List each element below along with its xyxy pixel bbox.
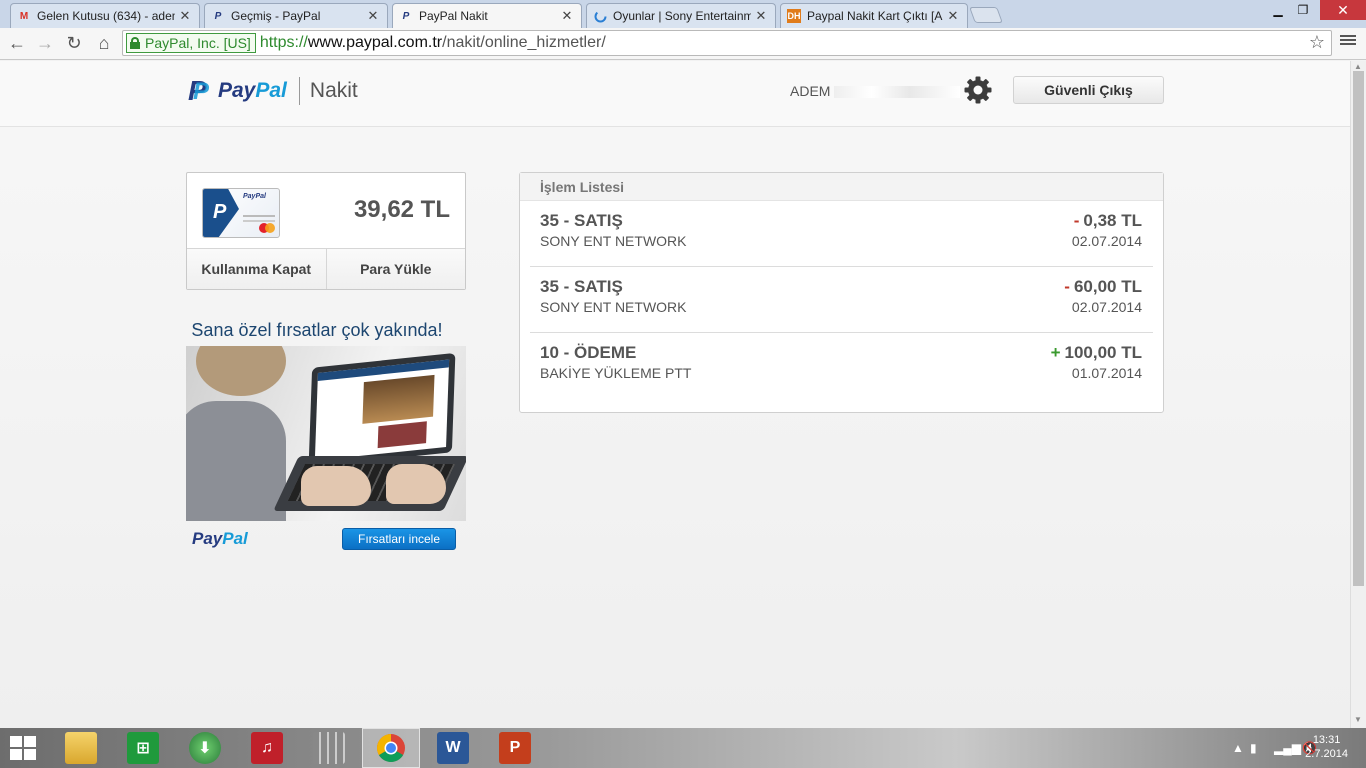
- scroll-up-icon[interactable]: ▲: [1354, 62, 1362, 71]
- gear-icon[interactable]: [963, 75, 993, 105]
- transaction-merchant: BAKİYE YÜKLEME PTT: [540, 365, 692, 381]
- transaction-title: 10 - ÖDEME: [540, 343, 637, 362]
- paypal-icon: P: [402, 10, 410, 22]
- restore-button[interactable]: ❐: [1292, 0, 1314, 20]
- transaction-date: 02.07.2014: [1071, 233, 1142, 249]
- dh-icon: DH: [787, 9, 801, 23]
- windows-start-icon[interactable]: [10, 736, 38, 760]
- promo-paypal-logo: PayPal: [192, 529, 248, 548]
- browser-toolbar: ← → ↻ ⌂ PayPal, Inc. [US] https://www.pa…: [0, 28, 1366, 60]
- transaction-date: 01.07.2014: [1071, 365, 1142, 381]
- close-tab-icon[interactable]: ✕: [179, 8, 191, 24]
- browser-tab-strip: M Gelen Kutusu (634) - adem ✕ P Geçmiş -…: [0, 0, 1366, 28]
- transaction-row[interactable]: 35 - SATIŞ SONY ENT NETWORK -0,38 TL 02.…: [530, 201, 1153, 267]
- paypal-card-image: P PayPal: [202, 188, 280, 238]
- transaction-list-heading: İşlem Listesi: [520, 173, 1163, 201]
- back-icon[interactable]: ←: [6, 32, 28, 54]
- paypal-icon: P: [214, 10, 222, 22]
- forward-icon[interactable]: →: [34, 32, 56, 54]
- tab-title: PayPal Nakit: [419, 9, 488, 23]
- tab-title: Paypal Nakit Kart Çıktı [Ar: [807, 9, 943, 23]
- transaction-list: İşlem Listesi 35 - SATIŞ SONY ENT NETWOR…: [519, 172, 1164, 413]
- close-tab-icon[interactable]: ✕: [367, 8, 379, 24]
- chrome-icon[interactable]: [375, 732, 407, 764]
- minimize-button[interactable]: ▁: [1268, 0, 1288, 20]
- show-hidden-icons-icon[interactable]: ▲: [1232, 741, 1244, 755]
- user-name: ADEM: [790, 83, 961, 99]
- tab-paypal-nakit[interactable]: P PayPal Nakit ✕: [392, 3, 582, 28]
- site-header: PP PayPal Nakit ADEM Güvenli Çıkış: [0, 61, 1350, 127]
- tab-gmail[interactable]: M Gelen Kutusu (634) - adem ✕: [10, 3, 200, 28]
- redacted-name: [834, 86, 961, 99]
- card-actions: Kullanıma Kapat Para Yükle: [187, 248, 465, 289]
- close-tab-icon[interactable]: ✕: [561, 8, 573, 24]
- windows-taskbar: ⊞ ⬇ ♫ W P ▲ ▮ ▂▄▆ 🔇 13:31 2.7.2014: [0, 728, 1366, 768]
- network-icon[interactable]: ▂▄▆: [1274, 741, 1301, 755]
- paypal-nakit-logo[interactable]: PP PayPal Nakit: [186, 77, 358, 105]
- transaction-title: 35 - SATIŞ: [540, 211, 623, 230]
- tab-title: Oyunlar | Sony Entertainm: [613, 9, 751, 23]
- logo-divider: [298, 77, 300, 105]
- mastercard-icon: [259, 223, 275, 233]
- ev-label: PayPal, Inc. [US]: [145, 35, 251, 51]
- clock-time: 13:31: [1312, 734, 1341, 746]
- view-offers-button[interactable]: Fırsatları incele: [342, 528, 456, 550]
- new-tab-button[interactable]: [969, 7, 1003, 23]
- tab-paypal-history[interactable]: P Geçmiş - PayPal ✕: [204, 3, 388, 28]
- tab-sony[interactable]: Oyunlar | Sony Entertainm ✕: [586, 3, 776, 28]
- transaction-title: 35 - SATIŞ: [540, 277, 623, 296]
- reload-icon[interactable]: ↻: [63, 32, 85, 54]
- gmail-icon: M: [19, 10, 29, 22]
- clock-date: 2.7.2014: [1305, 748, 1348, 760]
- word-icon[interactable]: W: [437, 732, 469, 764]
- transaction-date: 02.07.2014: [1071, 299, 1142, 315]
- address-bar[interactable]: PayPal, Inc. [US] https://www.paypal.com…: [122, 30, 1332, 56]
- close-tab-icon[interactable]: ✕: [947, 8, 959, 24]
- music-app-icon[interactable]: ♫: [251, 732, 283, 764]
- topup-button[interactable]: Para Yükle: [326, 249, 465, 289]
- close-tab-icon[interactable]: ✕: [755, 8, 767, 24]
- close-card-button[interactable]: Kullanıma Kapat: [187, 249, 327, 289]
- transaction-merchant: SONY ENT NETWORK: [540, 233, 687, 249]
- transaction-amount: -0,38 TL: [1073, 211, 1142, 230]
- scroll-down-icon[interactable]: ▼: [1354, 715, 1362, 724]
- transaction-amount: -60,00 TL: [1064, 277, 1142, 296]
- scrollbar-thumb[interactable]: [1353, 71, 1364, 586]
- page-scrollbar[interactable]: ▲ ▼: [1350, 61, 1366, 728]
- lock-icon: [130, 37, 140, 49]
- store-icon[interactable]: ⊞: [127, 732, 159, 764]
- bookmark-star-icon[interactable]: ☆: [1309, 32, 1325, 53]
- game-app-icon[interactable]: [313, 732, 345, 764]
- tab-title: Geçmiş - PayPal: [231, 9, 321, 23]
- system-tray: ▲ ▮ ▂▄▆ 🔇 13:31 2.7.2014: [1196, 728, 1366, 768]
- tab-dh[interactable]: DH Paypal Nakit Kart Çıktı [Ar ✕: [780, 3, 968, 28]
- battery-icon[interactable]: ▮: [1250, 741, 1257, 755]
- close-window-button[interactable]: ✕: [1320, 0, 1366, 20]
- balance-amount: 39,62 TL: [353, 196, 450, 223]
- home-icon[interactable]: ⌂: [93, 32, 115, 54]
- transaction-row[interactable]: 35 - SATIŞ SONY ENT NETWORK -60,00 TL 02…: [530, 267, 1153, 333]
- paypal-wordmark: PayPal: [218, 79, 287, 102]
- loading-icon: [593, 9, 607, 23]
- transaction-merchant: SONY ENT NETWORK: [540, 299, 687, 315]
- url-text: https://www.paypal.com.tr/nakit/online_h…: [259, 34, 606, 51]
- paypal-p-icon: PP: [188, 75, 210, 106]
- system-clock[interactable]: 13:31 2.7.2014: [1305, 733, 1348, 761]
- transaction-amount: +100,00 TL: [1050, 343, 1142, 362]
- file-explorer-icon[interactable]: [65, 732, 97, 764]
- download-icon[interactable]: ⬇: [189, 732, 221, 764]
- ev-certificate-badge[interactable]: PayPal, Inc. [US]: [126, 33, 256, 53]
- tab-title: Gelen Kutusu (634) - adem: [37, 9, 175, 23]
- balance-card: P PayPal 39,62 TL Kullanıma Kapat Para Y…: [186, 172, 466, 290]
- transaction-row[interactable]: 10 - ÖDEME BAKİYE YÜKLEME PTT +100,00 TL…: [530, 333, 1153, 399]
- promo-image[interactable]: [186, 346, 466, 521]
- laptop-illustration: [308, 352, 456, 468]
- powerpoint-icon[interactable]: P: [499, 732, 531, 764]
- secure-logout-button[interactable]: Güvenli Çıkış: [1013, 76, 1164, 104]
- page-viewport: PP PayPal Nakit ADEM Güvenli Çıkış P Pay…: [0, 61, 1350, 728]
- promo-title: Sana özel fırsatlar çok yakında!: [191, 320, 443, 340]
- menu-icon[interactable]: [1340, 33, 1356, 49]
- logo-subtitle: Nakit: [309, 79, 358, 102]
